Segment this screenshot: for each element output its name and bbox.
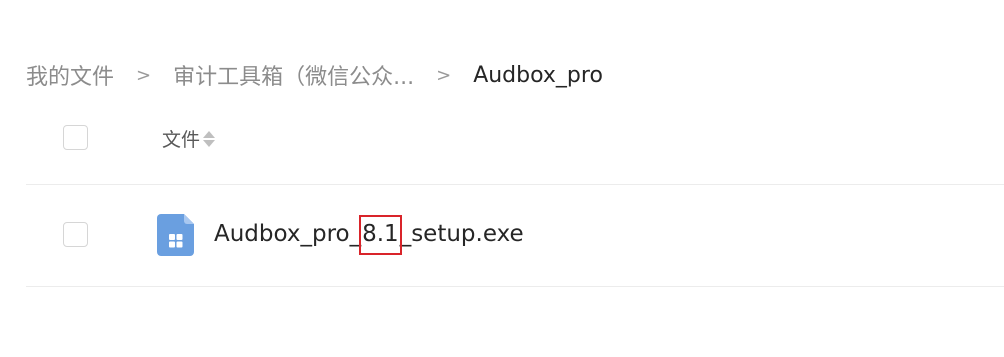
breadcrumb-separator: > (136, 64, 152, 86)
file-browser: 我的文件 > 审计工具箱（微信公众... > Audbox_pro 文件 Aud… (0, 0, 1004, 357)
exe-file-icon (157, 214, 194, 256)
breadcrumb-item-current: Audbox_pro (473, 62, 603, 88)
version-highlight: 8.1 (359, 215, 402, 255)
file-name[interactable]: Audbox_pro_8.1_setup.exe (214, 215, 524, 255)
breadcrumb: 我的文件 > 审计工具箱（微信公众... > Audbox_pro (26, 58, 603, 92)
column-header-label: 文件 (162, 129, 201, 151)
breadcrumb-item-my-files[interactable]: 我的文件 (26, 59, 114, 91)
column-header-name[interactable]: 文件 (162, 125, 216, 152)
breadcrumb-separator: > (436, 64, 452, 86)
breadcrumb-item-audit-toolbox[interactable]: 审计工具箱（微信公众... (173, 59, 414, 91)
sort-icon[interactable] (203, 130, 216, 147)
table-row[interactable]: Audbox_pro_8.1_setup.exe (26, 185, 1004, 287)
row-checkbox[interactable] (63, 222, 88, 247)
table-header: 文件 (26, 112, 1004, 185)
file-name-suffix: _setup.exe (399, 221, 524, 247)
select-all-checkbox[interactable] (63, 125, 88, 150)
file-name-prefix: Audbox_pro_ (214, 221, 362, 247)
